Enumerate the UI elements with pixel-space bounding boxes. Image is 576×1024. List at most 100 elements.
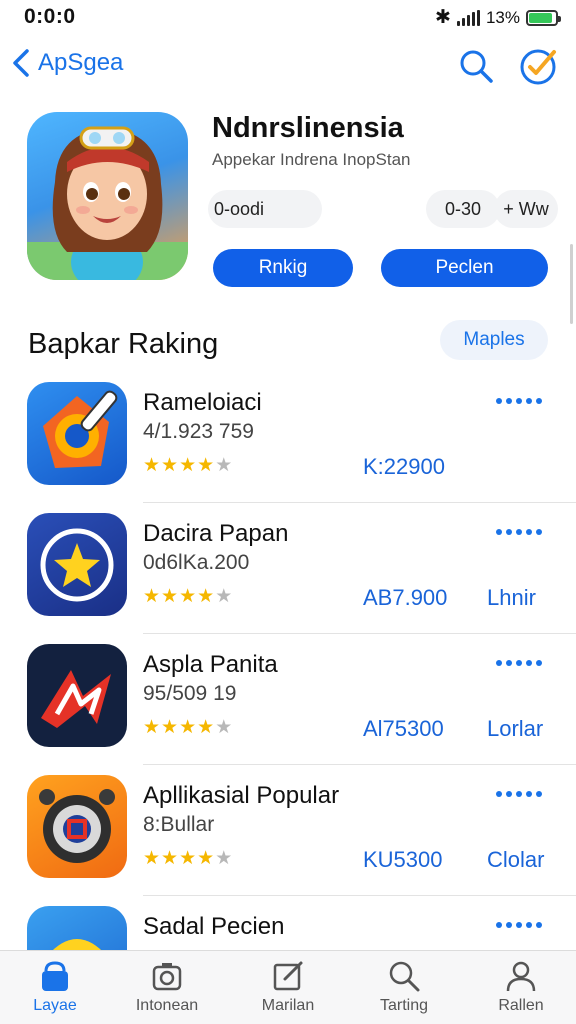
star-icon: ★	[143, 848, 162, 869]
star-rating: ★★★★★	[143, 454, 233, 477]
star-badge-icon	[40, 528, 114, 602]
tab-intonean[interactable]: Intonean	[112, 959, 222, 1015]
status-bar: 0:0:0 ✱ 13%	[0, 0, 576, 34]
app-icon-camera	[27, 775, 127, 878]
star-icon: ★	[197, 717, 216, 738]
app-price: KU5300	[363, 847, 443, 872]
tab-layae[interactable]: Layae	[0, 959, 110, 1015]
app-meta: 0d6lKa.200	[143, 551, 250, 574]
app-extra-label: Clolar	[487, 847, 545, 872]
more-icon[interactable]	[496, 529, 542, 535]
star-icon: ★	[215, 717, 234, 738]
check-circle-icon[interactable]	[519, 46, 559, 86]
app-name: Apllikasial Popular	[143, 782, 340, 809]
paint-icon	[43, 390, 118, 468]
arrow-logo-icon	[41, 670, 111, 728]
back-label: ApSgea	[38, 49, 124, 76]
battery-percent: 13%	[485, 7, 520, 27]
back-button[interactable]: ApSgea	[10, 48, 123, 78]
app-meta: 4/1.923 759	[143, 420, 254, 443]
star-icon: ★	[197, 455, 216, 476]
app-icon-arrow	[27, 644, 127, 747]
featured-app-title: Ndnrslinensia	[212, 112, 404, 144]
featured-app-icon[interactable]	[27, 112, 188, 280]
star-icon: ★	[143, 717, 162, 738]
star-icon: ★	[143, 586, 162, 607]
featured-app-subtitle: Appekar Indrena InopStan	[212, 150, 411, 169]
search-icon	[389, 961, 420, 992]
app-name: Rameloiaci	[143, 389, 262, 416]
app-extra-label: Lhnir	[487, 585, 536, 610]
edit-icon	[273, 961, 303, 991]
list-item[interactable]: Dacira Papan 0d6lKa.200 ★★★★★ AB7.900 Lh…	[0, 503, 576, 634]
star-icon: ★	[179, 717, 198, 738]
peclen-button[interactable]: Peclen	[381, 249, 548, 287]
star-icon: ★	[143, 455, 162, 476]
battery-icon	[526, 9, 561, 26]
star-icon: ★	[197, 586, 216, 607]
stat-pill-left: 0-oodi	[208, 190, 322, 228]
stat-pill-mid: 0-30	[426, 190, 500, 228]
status-time: 0:0:0	[24, 5, 76, 28]
star-rating: ★★★★★	[143, 585, 233, 608]
tab-label: Layae	[33, 997, 77, 1014]
star-icon: ★	[215, 586, 234, 607]
scrollbar[interactable]	[570, 244, 573, 324]
chevron-left-icon	[13, 49, 29, 77]
stat-pill-right[interactable]: + Ww	[494, 190, 558, 228]
featured-app-header: Ndnrslinensia Appekar Indrena InopStan 0…	[0, 104, 576, 304]
star-icon: ★	[215, 848, 234, 869]
tab-label: Tarting	[379, 997, 429, 1014]
list-item[interactable]: Rameloiaci 4/1.923 759 ★★★★★ K:22900	[0, 372, 576, 503]
signal-icon	[456, 9, 480, 26]
camera-lens-icon	[39, 789, 115, 863]
app-meta: 8:Bullar	[143, 813, 215, 836]
star-icon: ★	[179, 848, 198, 869]
list-item[interactable]: Apllikasial Popular 8:Bullar ★★★★★ KU530…	[0, 765, 576, 896]
app-icon-paint	[27, 382, 127, 485]
section-title: Bapkar Raking	[28, 328, 219, 360]
star-icon: ★	[161, 455, 180, 476]
navigation-bar: ApSgea	[0, 44, 576, 92]
app-price: K:22900	[363, 454, 445, 479]
battery-level	[529, 12, 553, 23]
star-rating: ★★★★★	[143, 716, 233, 739]
more-icon[interactable]	[496, 791, 542, 797]
search-icon[interactable]	[458, 48, 494, 84]
status-indicators: ✱ 13%	[435, 6, 561, 29]
list-item[interactable]: Aspla Panita 95/509 19 ★★★★★ Al75300 Lor…	[0, 634, 576, 765]
character-illustration	[27, 126, 188, 280]
app-price: AB7.900	[363, 585, 448, 610]
app-name: Sadal Pecien	[143, 913, 285, 940]
tab-tarting[interactable]: Tarting	[349, 959, 459, 1015]
more-icon[interactable]	[496, 398, 542, 404]
more-icon[interactable]	[496, 660, 542, 666]
app-name: Aspla Panita	[143, 651, 278, 678]
store-icon	[42, 961, 68, 991]
app-price: Al75300	[363, 716, 444, 741]
tab-label: Intonean	[135, 997, 199, 1014]
star-icon: ★	[161, 717, 180, 738]
star-icon: ★	[161, 848, 180, 869]
more-icon[interactable]	[496, 922, 542, 928]
camera-icon	[152, 963, 182, 991]
bluetooth-icon: ✱	[435, 7, 451, 28]
section-filter-pill[interactable]: Maples	[440, 320, 548, 360]
app-name: Dacira Papan	[143, 520, 289, 547]
app-meta: 95/509 19	[143, 682, 237, 705]
ranking-button[interactable]: Rnkig	[213, 249, 353, 287]
tab-label: Rallen	[498, 997, 544, 1014]
star-icon: ★	[161, 586, 180, 607]
app-extra-label: Lorlar	[487, 716, 544, 741]
tab-marilan[interactable]: Marilan	[233, 959, 343, 1015]
tab-rallen[interactable]: Rallen	[466, 959, 576, 1015]
star-icon: ★	[179, 455, 198, 476]
tab-bar: Layae Intonean Marilan Tarting Rallen	[0, 950, 576, 1024]
tab-label: Marilan	[261, 997, 315, 1014]
profile-icon	[506, 961, 536, 992]
star-rating: ★★★★★	[143, 847, 233, 870]
star-icon: ★	[179, 586, 198, 607]
star-icon: ★	[215, 455, 234, 476]
star-icon: ★	[197, 848, 216, 869]
app-icon-star	[27, 513, 127, 616]
